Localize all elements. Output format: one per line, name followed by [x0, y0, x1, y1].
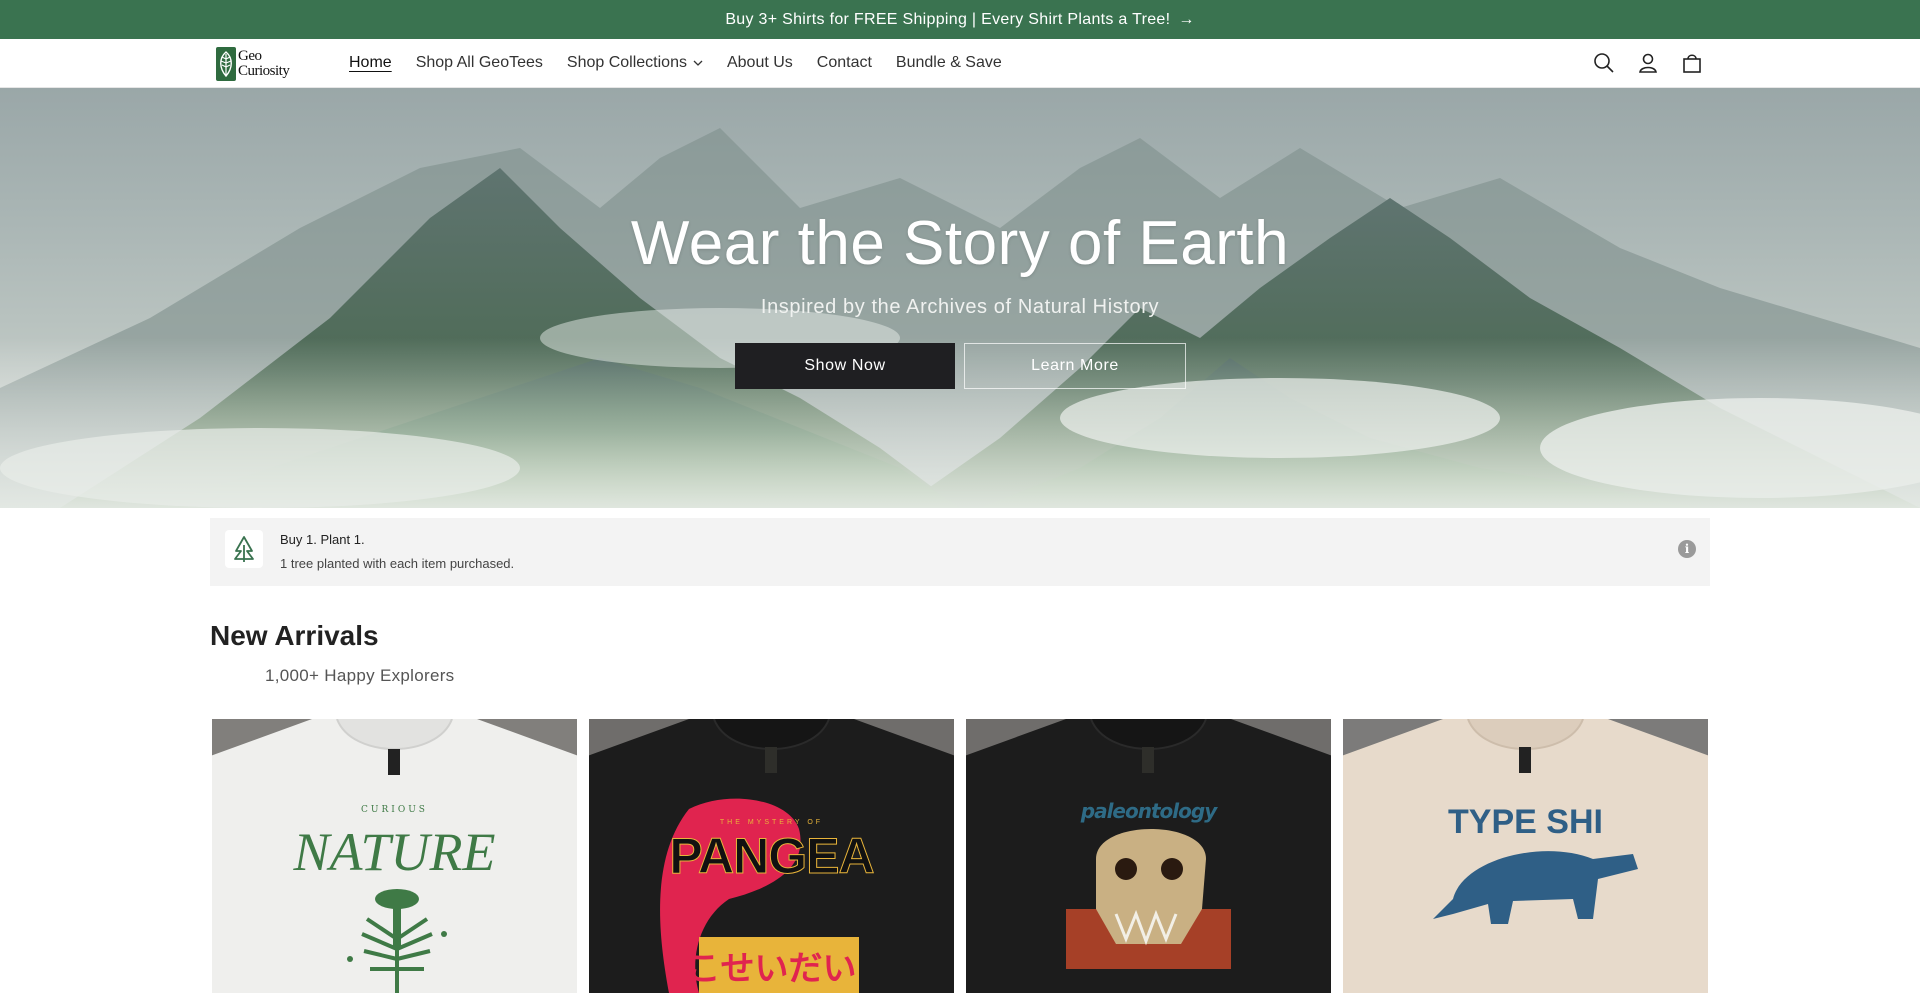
leaf-logo-icon	[216, 47, 236, 81]
logo-line-2: Curiosity	[238, 63, 290, 79]
nav-home[interactable]: Home	[349, 54, 392, 72]
design-text-main: TYPE SHI	[1448, 803, 1603, 841]
info-icon[interactable]: i	[1678, 540, 1696, 558]
hero-banner: Wear the Story of Earth Inspired by the …	[0, 88, 1920, 508]
design-text-main: NATURE	[293, 822, 496, 882]
nav-shop-all[interactable]: Shop All GeoTees	[416, 54, 543, 72]
product-card-type-shi[interactable]: TYPE SHI	[1343, 719, 1708, 993]
promo-description: 1 tree planted with each item purchased.	[280, 556, 515, 571]
learn-more-button[interactable]: Learn More	[964, 343, 1186, 389]
promo-title: Buy 1. Plant 1.	[280, 532, 365, 547]
design-text-top: CURIOUS	[361, 805, 428, 815]
design-text-main: paleontology	[1080, 799, 1217, 823]
cart-icon[interactable]	[1680, 51, 1704, 75]
main-nav: Home Shop All GeoTees Shop Collections A…	[349, 39, 1026, 87]
search-icon[interactable]	[1592, 51, 1616, 75]
logo[interactable]: Geo Curiosity	[216, 46, 290, 82]
hero-title: Wear the Story of Earth	[630, 209, 1290, 278]
new-arrivals-title: New Arrivals	[210, 620, 379, 651]
product-grid: CURIOUS NATURE THE MYSTERY OF PANGEA こせい…	[212, 719, 1708, 993]
announcement-text: Buy 3+ Shirts for FREE Shipping | Every …	[725, 10, 1171, 28]
product-card-nature[interactable]: CURIOUS NATURE	[212, 719, 577, 993]
hero-subtitle: Inspired by the Archives of Natural Hist…	[760, 296, 1160, 318]
show-now-button[interactable]: Show Now	[735, 343, 955, 389]
nav-bundle[interactable]: Bundle & Save	[896, 54, 1002, 72]
logo-line-1: Geo	[238, 48, 262, 64]
product-card-paleontology[interactable]: paleontology	[966, 719, 1331, 993]
arrow-right-icon: →	[1178, 10, 1195, 28]
tree-promo-banner: Buy 1. Plant 1. 1 tree planted with each…	[210, 518, 1710, 586]
design-text-top: THE MYSTERY OF	[719, 819, 824, 826]
nav-shop-collections[interactable]: Shop Collections	[567, 54, 703, 72]
account-icon[interactable]	[1636, 51, 1660, 75]
chevron-down-icon	[693, 60, 703, 66]
product-card-pangea[interactable]: THE MYSTERY OF PANGEA こせいだい	[589, 719, 954, 993]
header-icons	[1592, 51, 1704, 75]
mushroom-fern-graphic	[347, 889, 447, 993]
nav-about[interactable]: About Us	[727, 54, 793, 72]
hero-content: Wear the Story of Earth Inspired by the …	[0, 88, 1920, 508]
announcement-bar[interactable]: Buy 3+ Shirts for FREE Shipping | Every …	[0, 0, 1920, 39]
new-arrivals-subtitle: 1,000+ Happy Explorers	[265, 666, 455, 685]
design-text-main: PANGEA	[669, 828, 875, 885]
site-header: Geo Curiosity Home Shop All GeoTees Shop…	[0, 39, 1920, 88]
nav-contact[interactable]: Contact	[817, 54, 872, 72]
design-text-sub: こせいだい	[686, 949, 857, 989]
tree-icon	[225, 530, 263, 568]
nav-shop-collections-label: Shop Collections	[566, 54, 687, 71]
